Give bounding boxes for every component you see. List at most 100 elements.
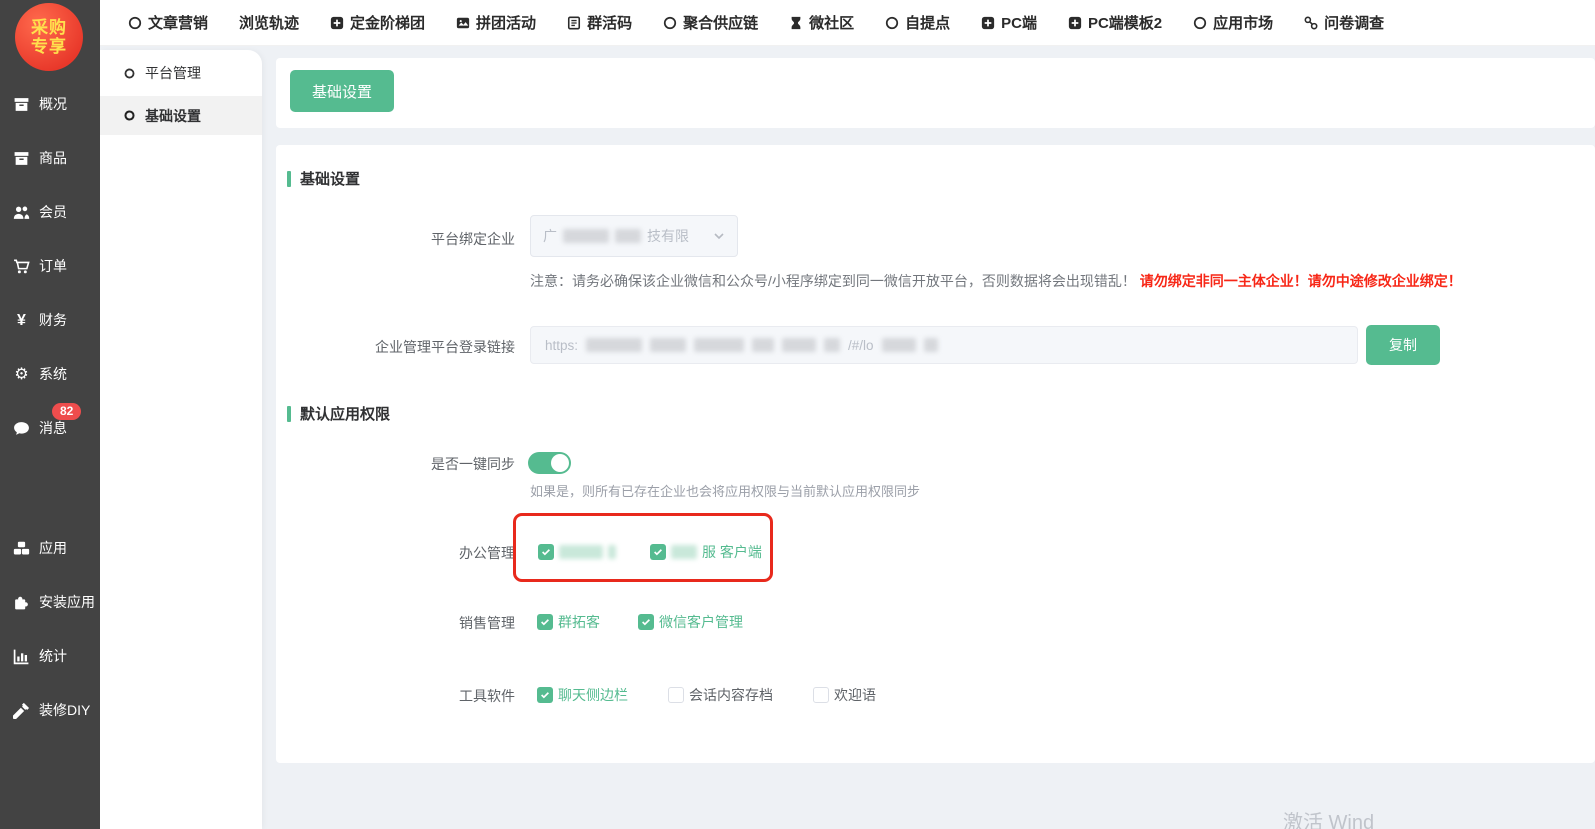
sidebar-item-members[interactable]: 会员 [0,200,100,224]
sync-label: 是否一键同步 [431,454,515,474]
sidebar-item-decorate-diy[interactable]: 装修DIY [0,698,100,722]
redacted-text [671,545,697,559]
checked-checkbox-icon [650,544,666,560]
redacted-text [924,338,938,352]
link-icon [1304,16,1318,30]
nav-item-supply-chain[interactable]: 聚合供应链 [663,12,758,33]
sales-wechat-customer-checkbox[interactable]: 微信客户管理 [638,612,743,632]
nav-item-group-buy[interactable]: 拼团活动 [456,12,536,33]
section-title-basic: 基础设置 [287,168,360,189]
sales-checkbox-group: 群拓客 微信客户管理 [537,612,743,632]
sidebar-item-orders[interactable]: 订单 [0,254,100,278]
redacted-text [608,545,616,559]
nav-item-micro-community[interactable]: 微社区 [789,12,854,33]
nav-item-app-market[interactable]: 应用市场 [1193,12,1273,33]
sidebar-item-overview[interactable]: 概况 [0,92,100,116]
sidebar-item-label: 财务 [39,310,67,330]
redacted-text [650,338,686,352]
circle-icon [128,16,142,30]
stats-icon [13,648,30,665]
checked-checkbox-icon [638,614,654,630]
sidebar-item-products[interactable]: 商品 [0,146,100,170]
cubes-icon [13,540,30,557]
checked-checkbox-icon [537,614,553,630]
nav-item-group-qr[interactable]: 群活码 [567,12,632,33]
redacted-text [559,545,603,559]
message-count-badge: 82 [52,403,81,420]
chat-sidebar-checkbox[interactable]: 聊天侧边栏 [537,685,628,705]
redacted-text [782,338,816,352]
section-title-permissions: 默认应用权限 [287,403,390,424]
sidebar-item-label: 概况 [39,94,67,114]
basic-settings-tab-button[interactable]: 基础设置 [290,70,394,112]
nav-item-pc[interactable]: PC端 [981,12,1037,33]
circle-icon [124,68,135,79]
company-bind-label: 平台绑定企业 [431,229,515,249]
document-icon [567,16,581,30]
sidebar-item-label: 订单 [39,256,67,276]
office-management-label: 办公管理 [459,543,515,563]
nav-item-article-marketing[interactable]: 文章营销 [128,12,208,33]
gears-icon: ⚙ [13,366,30,383]
sidebar-item-label: 装修DIY [39,700,90,720]
nav-item-survey[interactable]: 问卷调查 [1304,12,1384,33]
box-icon [13,150,30,167]
puzzle-icon [13,594,30,611]
plus-square-icon [330,16,344,30]
office-app2-checkbox[interactable]: 服 客户端 [650,542,762,562]
checked-checkbox-icon [538,544,554,560]
sidebar-item-label: 商品 [39,148,67,168]
hammer-icon [13,702,30,719]
nav-item-deposit-ladder-group[interactable]: 定金阶梯团 [330,12,425,33]
copy-button[interactable]: 复制 [1366,325,1440,365]
nav-item-pickup-point[interactable]: 自提点 [885,12,950,33]
submenu-item-platform-management[interactable]: 平台管理 [100,50,262,97]
sidebar-item-finance[interactable]: ¥ 财务 [0,308,100,332]
nav-item-pc-template2[interactable]: PC端模板2 [1068,12,1162,33]
sales-qtk-checkbox[interactable]: 群拓客 [537,612,600,632]
session-archive-checkbox[interactable]: 会话内容存档 [668,685,773,705]
redacted-text [824,338,840,352]
image-icon [456,16,470,30]
circle-icon [885,16,899,30]
tools-checkbox-group: 聊天侧边栏 会话内容存档 欢迎语 [537,685,876,705]
office-checkbox-group: 服 客户端 [538,542,762,562]
cart-icon [13,258,30,275]
welcome-message-checkbox[interactable]: 欢迎语 [813,685,876,705]
nav-item-browse-track[interactable]: 浏览轨迹 [239,12,299,33]
redacted-text [563,229,609,243]
toggle-knob [551,454,569,472]
submenu-item-basic-settings[interactable]: 基础设置 [100,97,262,135]
yen-icon: ¥ [13,312,30,329]
unchecked-checkbox-icon [668,687,684,703]
sales-management-label: 销售管理 [459,613,515,633]
circle-icon [124,110,135,121]
unchecked-checkbox-icon [813,687,829,703]
users-icon [13,204,30,221]
plus-square-icon [1068,16,1082,30]
sidebar-item-label: 安装应用 [39,592,95,612]
checked-checkbox-icon [537,687,553,703]
circle-icon [1193,16,1207,30]
redacted-text [615,229,641,243]
logo-line1: 采购 [31,18,67,37]
bind-note: 注意：请务必确保该企业微信和公众号/小程序绑定到同一微信开放平台，否则数据将会出… [530,271,1462,291]
sidebar-item-label: 应用 [39,538,67,558]
login-link-input[interactable]: https: /#/lo [530,326,1358,364]
logo-line2: 专享 [31,37,67,56]
sidebar-item-install-apps[interactable]: 安装应用 [0,590,100,614]
sync-toggle[interactable] [528,452,571,474]
sidebar-item-apps[interactable]: 应用 [0,536,100,560]
activate-windows-watermark: 激活 Wind [1283,806,1374,829]
sidebar-item-statistics[interactable]: 统计 [0,644,100,668]
circle-icon [663,16,677,30]
sidebar-item-messages[interactable]: 消息 82 [0,416,100,440]
top-navbar: 文章营销 浏览轨迹 定金阶梯团 拼团活动 群活码 聚合供应链 微社区 自提点 P… [100,0,1595,46]
sidebar-item-label: 统计 [39,646,67,666]
redacted-text [882,338,916,352]
app-logo[interactable]: 采购 专享 [15,3,83,71]
office-app1-checkbox[interactable] [538,544,616,560]
sidebar-item-label: 系统 [39,364,67,384]
company-select[interactable]: 广 技有限 [530,215,738,257]
sidebar-item-system[interactable]: ⚙ 系统 [0,362,100,386]
